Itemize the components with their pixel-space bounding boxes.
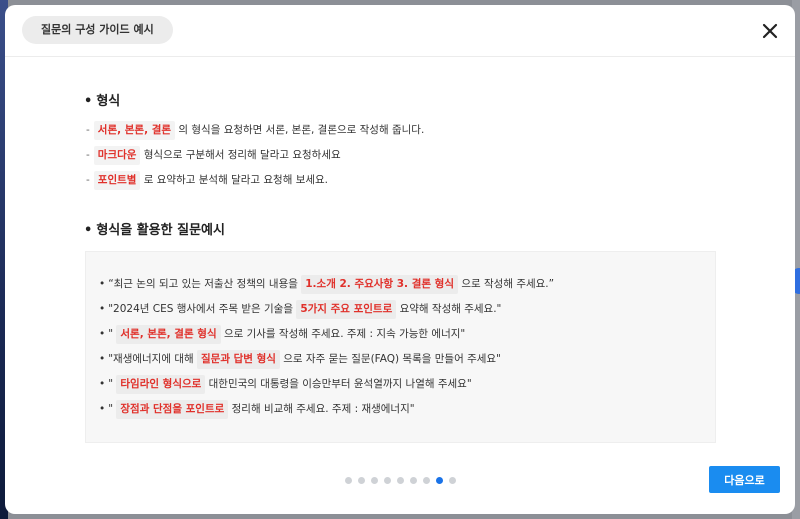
format-text: 로 요약하고 분석해 달라고 요청해 보세요.	[140, 174, 329, 186]
format-highlight: 포인트별	[93, 171, 141, 190]
next-button[interactable]: 다음으로	[709, 466, 780, 493]
pagination-dot[interactable]	[358, 476, 365, 484]
close-button[interactable]	[759, 20, 781, 42]
example-item: • " 타임라인 형식으로 대한민국의 대통령을 이승만부터 윤석열까지 나열해 …	[99, 374, 472, 394]
example-item: • “최근 논의 되고 있는 저출산 정책의 내용을 1.소개 2. 주요사항 3…	[99, 274, 554, 294]
example-highlight: 타임라인 형식으로	[116, 375, 206, 394]
pagination-dot[interactable]	[384, 476, 391, 484]
examples-box: • “최근 논의 되고 있는 저출산 정책의 내용을 1.소개 2. 주요사항 3…	[85, 251, 716, 443]
pagination-dots	[345, 476, 456, 484]
example-highlight: 1.소개 2. 주요사항 3. 결론 형식	[301, 275, 458, 294]
section-title-examples: 형식을 활용한 질문예시	[96, 223, 225, 238]
example-item: • "2024년 CES 행사에서 주목 받은 기술을 5가지 주요 포인트로 요…	[99, 299, 501, 319]
examples-section: • 형식을 활용한 질문예시	[84, 219, 225, 238]
example-highlight: 5가지 주요 포인트로	[296, 300, 397, 319]
format-text: 형식으로 구분해서 정리해 달라고 요청하세요	[140, 149, 341, 161]
format-highlight: 서론, 본론, 결론	[93, 121, 176, 140]
format-item: - 서론, 본론, 결론 의 형식을 요청하면 서론, 본론, 결론으로 작성해 …	[86, 120, 424, 140]
guide-modal: 질문의 구성 가이드 예시 • 형식 - 서론, 본론, 결론 의 형식을 요청하면…	[5, 5, 795, 514]
example-item: • " 서론, 본론, 결론 형식 으로 기사를 작성해 주세요. 주제 : 지속…	[99, 324, 465, 344]
pagination-dot[interactable]	[410, 476, 417, 484]
example-highlight: 서론, 본론, 결론 형식	[116, 325, 221, 344]
pagination-dot-active[interactable]	[436, 476, 443, 484]
pagination-dot[interactable]	[423, 476, 430, 484]
pagination-dot[interactable]	[397, 476, 404, 484]
pagination-dot[interactable]	[371, 476, 378, 484]
format-section: • 형식	[84, 90, 120, 109]
example-highlight: 장점과 단점을 포인트로	[116, 400, 229, 419]
section-title-format: 형식	[96, 94, 121, 109]
format-item: - 마크다운 형식으로 구분해서 정리해 달라고 요청하세요	[86, 145, 341, 165]
pagination-dot[interactable]	[449, 476, 456, 484]
close-icon	[762, 23, 778, 39]
example-item: • "재생에너지에 대해 질문과 답변 형식 으로 자주 묻는 질문(FAQ) 목…	[99, 349, 501, 369]
bullet-dot: •	[84, 94, 93, 109]
bullet-dot: •	[84, 223, 93, 238]
modal-title: 질문의 구성 가이드 예시	[22, 16, 173, 44]
example-item: • " 장점과 단점을 포인트로 정리해 비교해 주세요. 주제 : 재생에너지"	[99, 399, 415, 419]
example-highlight: 질문과 답변 형식	[197, 350, 280, 369]
format-text: 의 형식을 요청하면 서론, 본론, 결론으로 작성해 줍니다.	[175, 124, 425, 136]
format-highlight: 마크다운	[93, 146, 141, 165]
modal-header: 질문의 구성 가이드 예시	[5, 5, 795, 57]
format-item: - 포인트별 로 요약하고 분석해 달라고 요청해 보세요.	[86, 170, 328, 190]
pagination-dot[interactable]	[345, 476, 352, 484]
